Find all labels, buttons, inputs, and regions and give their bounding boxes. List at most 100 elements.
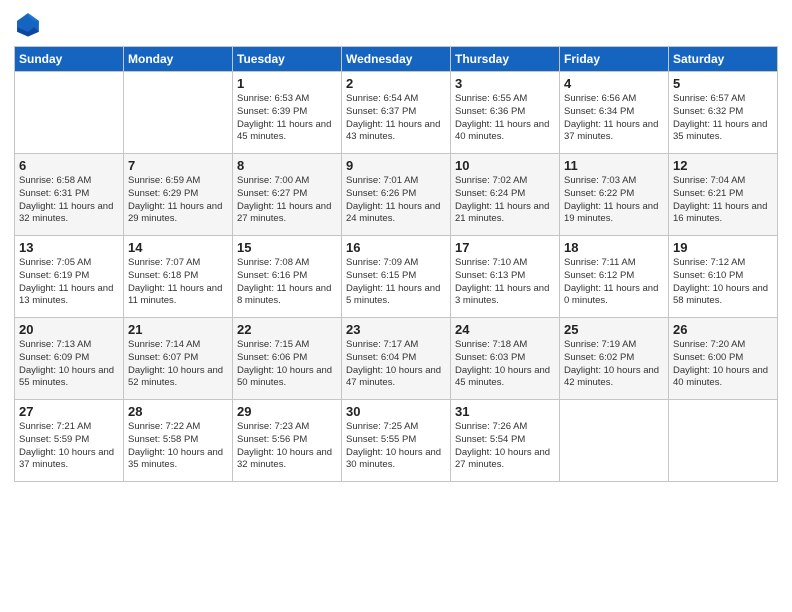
day-number: 14 [128,240,228,255]
day-number: 5 [673,76,773,91]
calendar-cell: 13 Sunrise: 7:05 AMSunset: 6:19 PMDayligh… [15,236,124,318]
day-number: 6 [19,158,119,173]
day-info: Sunrise: 6:56 AMSunset: 6:34 PMDaylight:… [564,93,664,144]
week-row-2: 6 Sunrise: 6:58 AMSunset: 6:31 PMDaylight… [15,154,778,236]
day-info: Sunrise: 7:13 AMSunset: 6:09 PMDaylight:… [19,339,119,390]
calendar-cell: 27 Sunrise: 7:21 AMSunset: 5:59 PMDayligh… [15,400,124,482]
day-info: Sunrise: 7:11 AMSunset: 6:12 PMDaylight:… [564,257,664,308]
day-number: 9 [346,158,446,173]
day-number: 15 [237,240,337,255]
calendar-cell: 5 Sunrise: 6:57 AMSunset: 6:32 PMDaylight… [669,72,778,154]
day-number: 27 [19,404,119,419]
day-number: 22 [237,322,337,337]
day-info: Sunrise: 7:04 AMSunset: 6:21 PMDaylight:… [673,175,773,226]
day-info: Sunrise: 7:03 AMSunset: 6:22 PMDaylight:… [564,175,664,226]
day-info: Sunrise: 7:21 AMSunset: 5:59 PMDaylight:… [19,421,119,472]
day-number: 10 [455,158,555,173]
page: SundayMondayTuesdayWednesdayThursdayFrid… [0,0,792,612]
calendar-cell: 12 Sunrise: 7:04 AMSunset: 6:21 PMDayligh… [669,154,778,236]
header [14,10,778,38]
calendar-cell: 31 Sunrise: 7:26 AMSunset: 5:54 PMDayligh… [451,400,560,482]
calendar-cell: 4 Sunrise: 6:56 AMSunset: 6:34 PMDaylight… [560,72,669,154]
calendar-cell: 18 Sunrise: 7:11 AMSunset: 6:12 PMDayligh… [560,236,669,318]
day-info: Sunrise: 7:12 AMSunset: 6:10 PMDaylight:… [673,257,773,308]
day-info: Sunrise: 7:10 AMSunset: 6:13 PMDaylight:… [455,257,555,308]
day-info: Sunrise: 7:26 AMSunset: 5:54 PMDaylight:… [455,421,555,472]
day-info: Sunrise: 7:20 AMSunset: 6:00 PMDaylight:… [673,339,773,390]
day-number: 12 [673,158,773,173]
day-info: Sunrise: 6:54 AMSunset: 6:37 PMDaylight:… [346,93,446,144]
calendar-cell: 16 Sunrise: 7:09 AMSunset: 6:15 PMDayligh… [342,236,451,318]
calendar-cell: 11 Sunrise: 7:03 AMSunset: 6:22 PMDayligh… [560,154,669,236]
week-row-5: 27 Sunrise: 7:21 AMSunset: 5:59 PMDayligh… [15,400,778,482]
day-number: 2 [346,76,446,91]
calendar-cell: 21Sunrise: 7:14 AMSunset: 6:07 PMDayligh… [124,318,233,400]
weekday-header-row: SundayMondayTuesdayWednesdayThursdayFrid… [15,47,778,72]
calendar-cell: 25 Sunrise: 7:19 AMSunset: 6:02 PMDayligh… [560,318,669,400]
calendar-cell: 10 Sunrise: 7:02 AMSunset: 6:24 PMDayligh… [451,154,560,236]
calendar-cell: 20Sunrise: 7:13 AMSunset: 6:09 PMDayligh… [15,318,124,400]
day-number: 8 [237,158,337,173]
day-number: 24 [455,322,555,337]
day-number: 29 [237,404,337,419]
day-info: Sunrise: 7:25 AMSunset: 5:55 PMDaylight:… [346,421,446,472]
day-info: Sunrise: 6:55 AMSunset: 6:36 PMDaylight:… [455,93,555,144]
day-info: Sunrise: 6:53 AMSunset: 6:39 PMDaylight:… [237,93,337,144]
calendar-cell: 24 Sunrise: 7:18 AMSunset: 6:03 PMDayligh… [451,318,560,400]
calendar-cell: 23Sunrise: 7:17 AMSunset: 6:04 PMDayligh… [342,318,451,400]
day-info: Sunrise: 7:19 AMSunset: 6:02 PMDaylight:… [564,339,664,390]
weekday-header-tuesday: Tuesday [233,47,342,72]
weekday-header-wednesday: Wednesday [342,47,451,72]
day-info: Sunrise: 7:09 AMSunset: 6:15 PMDaylight:… [346,257,446,308]
day-info: Sunrise: 7:14 AMSunset: 6:07 PMDaylight:… [128,339,228,390]
day-number: 1 [237,76,337,91]
calendar-cell: 7Sunrise: 6:59 AMSunset: 6:29 PMDaylight… [124,154,233,236]
day-info: Sunrise: 7:17 AMSunset: 6:04 PMDaylight:… [346,339,446,390]
calendar-cell: 17 Sunrise: 7:10 AMSunset: 6:13 PMDayligh… [451,236,560,318]
calendar-cell: 3 Sunrise: 6:55 AMSunset: 6:36 PMDaylight… [451,72,560,154]
weekday-header-monday: Monday [124,47,233,72]
week-row-3: 13 Sunrise: 7:05 AMSunset: 6:19 PMDayligh… [15,236,778,318]
day-info: Sunrise: 7:15 AMSunset: 6:06 PMDaylight:… [237,339,337,390]
day-number: 4 [564,76,664,91]
day-info: Sunrise: 7:22 AMSunset: 5:58 PMDaylight:… [128,421,228,472]
day-number: 19 [673,240,773,255]
calendar-cell: 28 Sunrise: 7:22 AMSunset: 5:58 PMDayligh… [124,400,233,482]
weekday-header-thursday: Thursday [451,47,560,72]
day-info: Sunrise: 7:01 AMSunset: 6:26 PMDaylight:… [346,175,446,226]
calendar-cell [560,400,669,482]
calendar-cell: 30Sunrise: 7:25 AMSunset: 5:55 PMDayligh… [342,400,451,482]
day-info: Sunrise: 7:08 AMSunset: 6:16 PMDaylight:… [237,257,337,308]
day-number: 18 [564,240,664,255]
calendar-cell [124,72,233,154]
calendar-cell: 8Sunrise: 7:00 AMSunset: 6:27 PMDaylight… [233,154,342,236]
calendar-cell: 19 Sunrise: 7:12 AMSunset: 6:10 PMDayligh… [669,236,778,318]
logo [14,10,46,38]
day-info: Sunrise: 7:07 AMSunset: 6:18 PMDaylight:… [128,257,228,308]
day-number: 31 [455,404,555,419]
calendar-cell: 1 Sunrise: 6:53 AMSunset: 6:39 PMDaylight… [233,72,342,154]
day-number: 11 [564,158,664,173]
weekday-header-sunday: Sunday [15,47,124,72]
day-info: Sunrise: 7:02 AMSunset: 6:24 PMDaylight:… [455,175,555,226]
day-info: Sunrise: 7:05 AMSunset: 6:19 PMDaylight:… [19,257,119,308]
calendar-cell: 15 Sunrise: 7:08 AMSunset: 6:16 PMDayligh… [233,236,342,318]
day-info: Sunrise: 7:23 AMSunset: 5:56 PMDaylight:… [237,421,337,472]
day-number: 28 [128,404,228,419]
day-info: Sunrise: 6:58 AMSunset: 6:31 PMDaylight:… [19,175,119,226]
day-number: 16 [346,240,446,255]
weekday-header-saturday: Saturday [669,47,778,72]
week-row-4: 20Sunrise: 7:13 AMSunset: 6:09 PMDayligh… [15,318,778,400]
day-number: 25 [564,322,664,337]
day-number: 13 [19,240,119,255]
day-info: Sunrise: 7:18 AMSunset: 6:03 PMDaylight:… [455,339,555,390]
calendar-cell: 22 Sunrise: 7:15 AMSunset: 6:06 PMDayligh… [233,318,342,400]
day-number: 3 [455,76,555,91]
day-info: Sunrise: 6:57 AMSunset: 6:32 PMDaylight:… [673,93,773,144]
generalblue-logo-icon [14,10,42,38]
weekday-header-friday: Friday [560,47,669,72]
calendar-cell [15,72,124,154]
calendar-cell: 6 Sunrise: 6:58 AMSunset: 6:31 PMDaylight… [15,154,124,236]
day-number: 17 [455,240,555,255]
calendar-cell: 2 Sunrise: 6:54 AMSunset: 6:37 PMDaylight… [342,72,451,154]
